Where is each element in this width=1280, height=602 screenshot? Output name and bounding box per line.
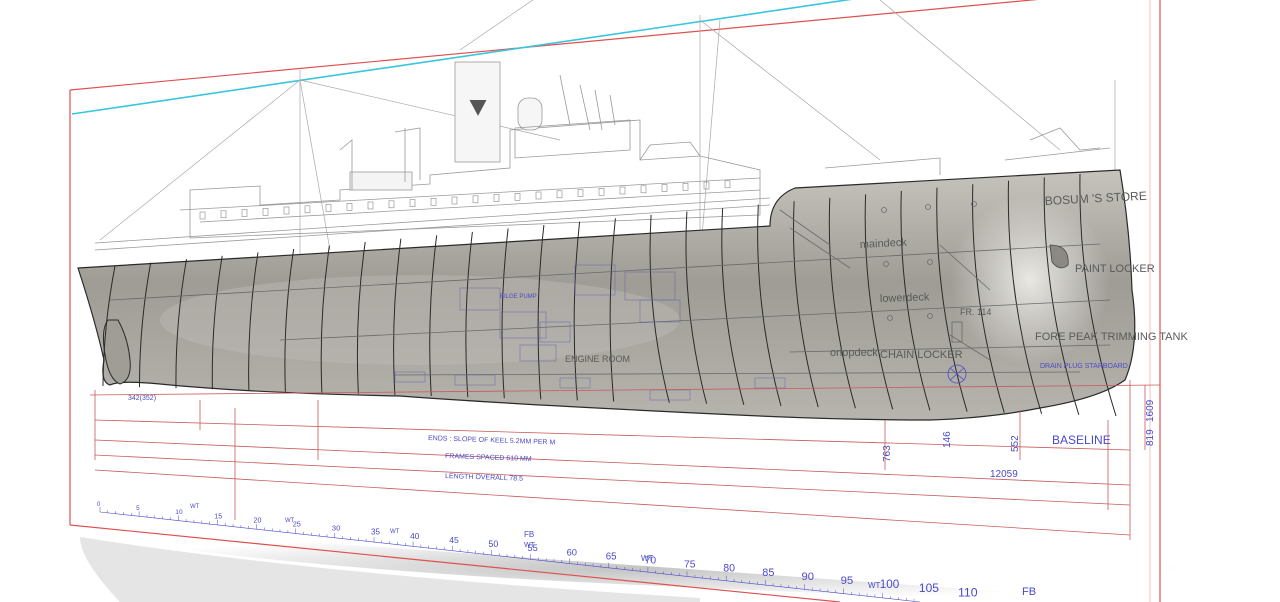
frame-number-label: 30 xyxy=(332,524,341,533)
svg-text:WT: WT xyxy=(868,581,881,590)
frame-number-label: 105 xyxy=(919,581,939,595)
frame-number-label: 110 xyxy=(958,585,978,599)
frame-number-label: 20 xyxy=(254,516,262,524)
label-baseline: BASELINE xyxy=(1052,433,1111,447)
frame-number-label: 60 xyxy=(567,546,577,557)
dim-819: 819 xyxy=(1145,429,1156,446)
dim-146: 146 xyxy=(942,431,953,448)
frame-number-label: 35 xyxy=(371,528,380,537)
dim-763: 763 xyxy=(882,445,893,462)
frame-number-label: 65 xyxy=(606,551,617,562)
frame-number-label: 50 xyxy=(488,539,498,549)
label-engine-room: ENGINE ROOM xyxy=(565,354,630,364)
dim-12059: 12059 xyxy=(990,469,1018,480)
frame-number-label: 10 xyxy=(175,509,183,516)
frame-number-label: 85 xyxy=(762,567,774,579)
dim-1609: 1609 xyxy=(1145,399,1156,422)
frame-number-label: 100 xyxy=(880,578,900,591)
svg-text:WT: WT xyxy=(641,554,654,563)
svg-text:WT: WT xyxy=(190,504,200,510)
svg-text:FB: FB xyxy=(524,530,534,539)
label-frame-ref: FR. 114 xyxy=(960,307,991,317)
frame-number-label: 90 xyxy=(802,571,814,583)
frame-number-label: 5 xyxy=(136,505,140,512)
frame-number-label: 75 xyxy=(684,560,696,571)
frame-number-label: 40 xyxy=(410,531,420,541)
frame-number-label: 15 xyxy=(214,513,222,520)
ship-hull-plan-diagram: BOSUM 'S STORE maindeck lowerdeck orlopd… xyxy=(69,0,1188,602)
dim-552: 552 xyxy=(1010,435,1021,452)
label-bilge-pump: BILGE PUMP xyxy=(500,294,537,300)
label-lower-deck: lowerdeck xyxy=(880,291,930,305)
frame-number-label: 80 xyxy=(723,563,735,575)
frame-number-label: 95 xyxy=(841,575,854,587)
svg-text:WT: WT xyxy=(524,542,536,549)
label-paint-locker: PAINT LOCKER xyxy=(1075,263,1155,275)
svg-text:FB: FB xyxy=(1022,586,1036,598)
frame-number-label: 45 xyxy=(449,535,459,545)
label-drain-plug: DRAIN PLUG STARBOARD xyxy=(1040,363,1128,370)
label-chain-locker: CHAIN LOCKER xyxy=(880,349,963,361)
dim-342: 342(352) xyxy=(128,395,156,402)
label-fore-peak: FORE PEAK TRIMMING TANK xyxy=(1035,331,1188,343)
label-orlop-deck: orlopdeck xyxy=(830,347,878,359)
svg-text:WT: WT xyxy=(285,518,295,524)
label-main-deck: maindeck xyxy=(860,237,908,251)
svg-text:WT: WT xyxy=(390,529,400,535)
